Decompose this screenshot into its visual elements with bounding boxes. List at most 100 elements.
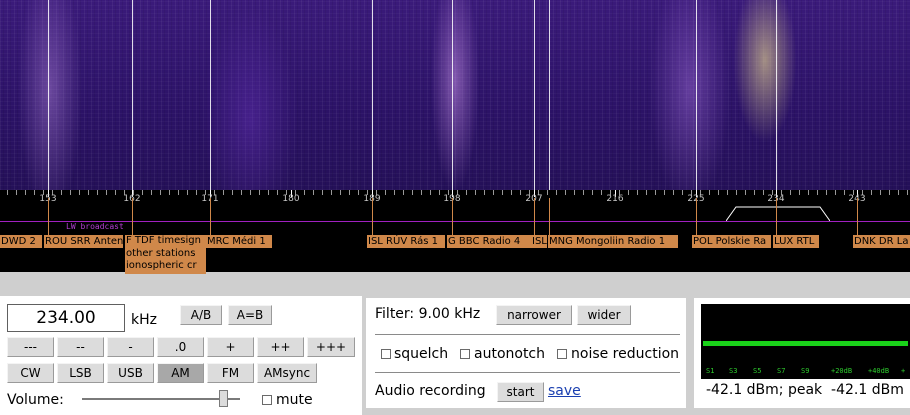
minor-tick <box>25 190 26 195</box>
minor-tick <box>646 190 647 195</box>
minor-tick <box>412 190 413 195</box>
station-label[interactable]: ISL RÚV Rás 1 <box>367 235 445 248</box>
minor-tick <box>16 190 17 195</box>
squelch-checkbox[interactable] <box>381 349 391 359</box>
smeter-scale-label: S3 <box>729 367 738 375</box>
wider-button[interactable]: wider <box>577 305 631 325</box>
minor-tick <box>340 190 341 195</box>
station-label[interactable]: LUX RTL <box>773 235 819 248</box>
minor-tick <box>169 190 170 195</box>
station-marker <box>210 198 211 235</box>
minor-tick <box>637 190 638 195</box>
mute-label: mute <box>276 392 313 408</box>
minor-tick <box>241 190 242 195</box>
minor-tick <box>475 190 476 195</box>
minor-tick <box>70 190 71 195</box>
station-label[interactable]: ROU SRR Antena <box>44 235 123 248</box>
station-marker <box>696 198 697 235</box>
minor-tick <box>502 190 503 195</box>
step-down-large-button[interactable]: --- <box>7 337 54 357</box>
station-marker <box>452 198 453 235</box>
recording-start-button[interactable]: start <box>497 382 544 402</box>
mode-am-button[interactable]: AM <box>157 363 204 383</box>
divider <box>375 372 680 373</box>
mute-checkbox[interactable] <box>262 395 272 405</box>
signal-trace <box>210 0 211 190</box>
smeter-scale-label: S5 <box>753 367 762 375</box>
station-label[interactable]: MRC Médi 1 <box>206 235 272 248</box>
step-up-large-button[interactable]: +++ <box>307 337 355 357</box>
minor-tick <box>835 190 836 195</box>
minor-tick <box>556 190 557 195</box>
step-down-medium-button[interactable]: -- <box>57 337 104 357</box>
waterfall-display[interactable] <box>0 0 910 190</box>
minor-tick <box>880 190 881 195</box>
station-marker <box>549 198 550 235</box>
round-frequency-button[interactable]: .0 <box>157 337 204 357</box>
recording-save-link[interactable]: save <box>548 383 581 399</box>
minor-tick <box>394 190 395 195</box>
station-marker <box>776 198 777 235</box>
minor-tick <box>754 190 755 195</box>
station-label[interactable]: DWD 2 <box>0 235 42 248</box>
mode-amsync-button[interactable]: AMsync <box>257 363 317 383</box>
frequency-input[interactable]: 234.00 <box>7 304 125 332</box>
mode-cw-button[interactable]: CW <box>7 363 54 383</box>
smeter-scale-label: S7 <box>777 367 786 375</box>
minor-tick <box>421 190 422 195</box>
station-label[interactable]: DNK DR La <box>853 235 910 248</box>
a-equals-b-button[interactable]: A=B <box>228 305 272 325</box>
station-marker <box>534 198 535 235</box>
signal-trace <box>48 0 49 190</box>
noise-reduction-checkbox[interactable] <box>557 349 567 359</box>
signal-trace <box>776 0 777 190</box>
minor-tick <box>808 190 809 195</box>
signal-trace <box>549 0 550 190</box>
minor-tick <box>727 190 728 195</box>
step-up-small-button[interactable]: + <box>207 337 254 357</box>
minor-tick <box>565 190 566 195</box>
ab-button[interactable]: A/B <box>180 305 222 325</box>
mode-fm-button[interactable]: FM <box>207 363 254 383</box>
minor-tick <box>484 190 485 195</box>
smeter-scale-label: S9 <box>801 367 810 375</box>
step-up-medium-button[interactable]: ++ <box>257 337 304 357</box>
dbm-readout: -42.1 dBm; peak -42.1 dBm <box>706 382 904 398</box>
volume-label: Volume: <box>7 392 64 408</box>
volume-slider[interactable] <box>82 398 240 400</box>
signal-level-bar <box>703 341 908 346</box>
smeter-scale-label: S1 <box>706 367 715 375</box>
audio-recording-label: Audio recording <box>375 383 486 399</box>
minor-tick <box>664 190 665 195</box>
station-marker <box>48 198 49 235</box>
passband-indicator[interactable] <box>726 206 830 222</box>
minor-tick <box>187 190 188 195</box>
station-label[interactable]: MNG Mongoliin Radio 1 <box>548 235 678 248</box>
narrower-button[interactable]: narrower <box>496 305 572 325</box>
station-label[interactable]: G BBC Radio 4 <box>447 235 531 248</box>
minor-tick <box>907 190 908 195</box>
minor-tick <box>430 190 431 195</box>
station-label[interactable]: POL Polskie Ra <box>692 235 771 248</box>
minor-tick <box>817 190 818 195</box>
minor-tick <box>349 190 350 195</box>
frequency-scale[interactable]: 153162171180189198207216225234243 LW bro… <box>0 190 910 274</box>
signal-trace <box>132 0 133 190</box>
step-down-small-button[interactable]: - <box>107 337 154 357</box>
signal-trace <box>696 0 697 190</box>
autonotch-checkbox[interactable] <box>460 349 470 359</box>
autonotch-label: autonotch <box>474 346 546 362</box>
filter-label: Filter: 9.00 kHz <box>375 306 481 322</box>
station-label[interactable]: F TDF timesign other stations ionospheri… <box>125 235 206 274</box>
volume-slider-handle[interactable] <box>218 390 228 407</box>
signal-trace <box>534 0 535 190</box>
mode-lsb-button[interactable]: LSB <box>57 363 104 383</box>
minor-tick <box>736 190 737 195</box>
smeter-scale-label: +40dB <box>868 367 890 375</box>
minor-tick <box>331 190 332 195</box>
station-marker <box>372 198 373 235</box>
mode-usb-button[interactable]: USB <box>107 363 154 383</box>
station-label[interactable]: ISL <box>531 235 547 248</box>
smeter-scale-label: + <box>901 367 906 375</box>
minor-tick <box>313 190 314 195</box>
